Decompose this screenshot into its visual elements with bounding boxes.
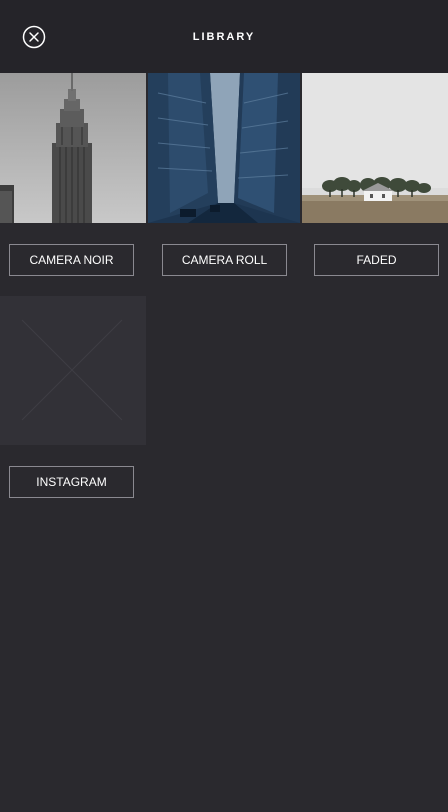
album-button-faded[interactable]: FADED (314, 244, 439, 276)
album-thumbnail-camera-noir[interactable] (0, 73, 146, 223)
album-thumbnail-faded[interactable] (302, 73, 448, 223)
page-title: LIBRARY (192, 31, 256, 43)
album-button-camera-roll[interactable]: CAMERA ROLL (162, 244, 287, 276)
placeholder-image-icon (0, 296, 146, 445)
city-street-photo (148, 73, 300, 223)
album-button-camera-noir[interactable]: CAMERA NOIR (9, 244, 134, 276)
album-thumbnail-camera-roll[interactable] (148, 73, 300, 223)
empire-state-building-photo (0, 73, 146, 223)
album-button-instagram[interactable]: INSTAGRAM (9, 466, 134, 498)
library-screen: LIBRARY CAMERA NOIR CAMERA ROLL FADED IN… (0, 0, 448, 812)
header-bar: LIBRARY (0, 0, 448, 73)
album-thumbnail-instagram[interactable] (0, 296, 146, 445)
field-house-photo (302, 73, 448, 223)
